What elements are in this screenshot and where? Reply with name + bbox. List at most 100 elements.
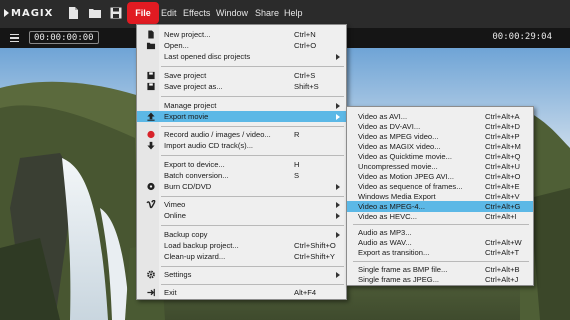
menu-item-shortcut: Ctrl+Alt+T <box>485 248 520 257</box>
menu-help[interactable]: Help <box>284 8 303 18</box>
magix-logo: MAGIX <box>4 8 53 19</box>
menu-item-batch-conversion[interactable]: Batch conversion... S <box>137 170 346 181</box>
menu-item-label: Export as transition... <box>358 248 430 257</box>
menu-item-label: New project... <box>164 30 211 39</box>
menu-item-vimeo[interactable]: Vimeo <box>137 199 346 210</box>
menu-item-label: Settings <box>164 270 192 279</box>
menu-window[interactable]: Window <box>216 8 248 18</box>
menu-item-label: Export to device... <box>164 160 225 169</box>
menu-item-exit[interactable]: Exit Alt+F4 <box>137 287 346 298</box>
save-icon <box>147 71 155 80</box>
menu-item-shortcut: Ctrl+Alt+J <box>485 275 519 284</box>
menu-item-online[interactable]: Online <box>137 210 346 221</box>
submenu-item-export-transition[interactable]: Export as transition... Ctrl+Alt+T <box>347 247 533 258</box>
menu-item-open[interactable]: Open... Ctrl+O <box>137 40 346 51</box>
menu-item-shortcut: H <box>294 160 300 169</box>
menu-item-shortcut: Ctrl+Shift+O <box>294 241 336 250</box>
menu-item-clean-up-wizard[interactable]: Clean-up wizard... Ctrl+Shift+Y <box>137 251 346 262</box>
menu-item-label: Backup copy <box>164 230 208 239</box>
menu-item-export-to-device[interactable]: Export to device... H <box>137 159 346 170</box>
menu-separator <box>161 126 344 127</box>
submenu-item-video-hevc[interactable]: Video as HEVC... Ctrl+Alt+I <box>347 211 533 222</box>
menu-item-shortcut: Shift+S <box>294 82 319 91</box>
record-icon <box>147 130 155 139</box>
submenu-arrow-icon <box>336 54 340 60</box>
gear-icon <box>147 270 155 279</box>
open-folder-icon <box>146 42 156 50</box>
menu-item-label: Import audio CD track(s)... <box>164 141 254 150</box>
menu-item-label: Batch conversion... <box>164 171 229 180</box>
menu-item-label: Online <box>164 211 186 220</box>
submenu-arrow-icon <box>336 103 340 109</box>
menu-item-shortcut: S <box>294 171 300 180</box>
menu-separator <box>161 284 344 285</box>
menu-item-export-movie[interactable]: Export movie <box>137 111 346 122</box>
submenu-arrow-icon <box>336 272 340 278</box>
menu-item-burn-cd-dvd[interactable]: Burn CD/DVD <box>137 181 346 192</box>
menu-item-save-project[interactable]: Save project Ctrl+S <box>137 70 346 81</box>
menu-item-shortcut: Ctrl+Shift+Y <box>294 252 335 261</box>
menu-item-label: Clean-up wizard... <box>164 252 226 261</box>
menu-effects[interactable]: Effects <box>183 8 210 18</box>
menu-item-shortcut: R <box>294 130 300 139</box>
menu-item-manage-project[interactable]: Manage project <box>137 100 346 111</box>
menu-item-label: Save project as... <box>164 82 223 91</box>
new-document-icon[interactable] <box>66 6 80 20</box>
menu-item-label: Burn CD/DVD <box>164 182 212 191</box>
hamburger-menu-icon[interactable] <box>10 34 19 42</box>
menu-item-label: Manage project <box>164 101 217 110</box>
submenu-item-single-frame-jpeg[interactable]: Single frame as JPEG... Ctrl+Alt+J <box>347 274 533 285</box>
menu-item-import-audio-cd[interactable]: Import audio CD track(s)... <box>137 140 346 151</box>
menu-item-label: Export movie <box>164 112 209 121</box>
menu-item-shortcut: Ctrl+O <box>294 41 317 50</box>
vimeo-icon <box>146 200 156 209</box>
menu-separator <box>161 225 344 226</box>
menu-item-record[interactable]: Record audio / images / video... R <box>137 129 346 140</box>
menu-item-label: Vimeo <box>164 200 186 209</box>
menu-item-shortcut: Ctrl+Alt+I <box>485 212 517 221</box>
save-as-icon <box>147 82 155 91</box>
new-document-icon <box>148 30 154 39</box>
submenu-arrow-icon <box>336 202 340 208</box>
menu-separator <box>353 261 529 262</box>
menu-separator <box>353 224 529 225</box>
submenu-arrow-icon <box>336 114 340 120</box>
menu-separator <box>161 66 344 67</box>
open-folder-icon[interactable] <box>88 6 102 20</box>
menu-item-load-backup-project[interactable]: Load backup project... Ctrl+Shift+O <box>137 240 346 251</box>
menu-separator <box>161 196 344 197</box>
menu-item-label: Exit <box>164 288 177 297</box>
disc-icon <box>147 182 155 191</box>
menu-item-last-opened-disc-projects[interactable]: Last opened disc projects <box>137 51 346 62</box>
menu-item-label: Video as HEVC... <box>358 212 417 221</box>
menu-item-shortcut: Ctrl+S <box>294 71 316 80</box>
menu-item-save-project-as[interactable]: Save project as... Shift+S <box>137 81 346 92</box>
menu-item-settings[interactable]: Settings <box>137 269 346 280</box>
submenu-arrow-icon <box>336 184 340 190</box>
menu-share[interactable]: Share <box>255 8 279 18</box>
menu-item-label: Single frame as JPEG... <box>358 275 440 284</box>
menu-file[interactable]: File <box>127 2 159 24</box>
menu-item-shortcut: Ctrl+N <box>294 30 316 39</box>
menu-item-label: Load backup project... <box>164 241 239 250</box>
timecode-current[interactable]: 00:00:00:00 <box>29 31 99 44</box>
menu-separator <box>161 155 344 156</box>
import-icon <box>147 141 155 150</box>
menu-item-new-project[interactable]: New project... Ctrl+N <box>137 29 346 40</box>
menu-item-label: Record audio / images / video... <box>164 130 271 139</box>
file-menu: New project... Ctrl+N Open... Ctrl+O Las… <box>136 24 347 300</box>
submenu-arrow-icon <box>336 213 340 219</box>
submenu-arrow-icon <box>336 232 340 238</box>
menu-item-backup-copy[interactable]: Backup copy <box>137 229 346 240</box>
menu-separator <box>161 266 344 267</box>
menu-item-label: Last opened disc projects <box>164 52 251 61</box>
menu-separator <box>161 96 344 97</box>
exit-icon <box>147 288 155 297</box>
menu-item-label: Save project <box>164 71 207 80</box>
export-icon <box>147 112 155 121</box>
menu-item-shortcut: Alt+F4 <box>294 288 317 297</box>
save-icon[interactable] <box>109 6 123 20</box>
export-movie-submenu: Video as AVI... Ctrl+Alt+A Video as DV-A… <box>346 106 534 286</box>
menu-edit[interactable]: Edit <box>161 8 177 18</box>
app-window: MAGIX File Edit Effects Window Share Hel… <box>0 0 570 320</box>
